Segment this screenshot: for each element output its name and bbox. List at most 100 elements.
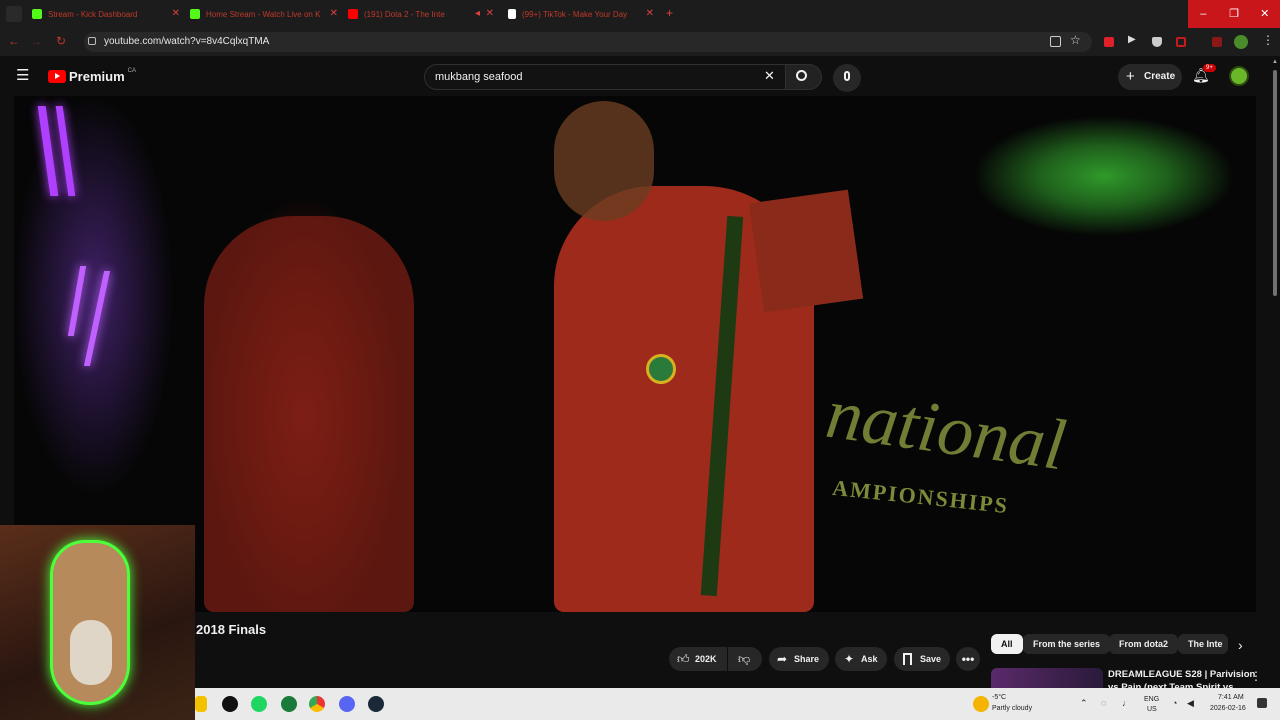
extension-icon[interactable] xyxy=(1104,37,1114,47)
tab-tiktok[interactable]: (99+) TikTok - Make Your Day ✕ xyxy=(508,4,654,24)
show-hidden-icons-icon[interactable]: ⌃ xyxy=(1080,698,1088,709)
close-icon[interactable]: ✕ xyxy=(330,8,338,19)
chip-the-international[interactable]: The Inte xyxy=(1178,634,1228,654)
plus-icon: + xyxy=(1126,68,1135,85)
extensions-puzzle-icon[interactable] xyxy=(1212,37,1222,47)
clock-time[interactable]: 7:41 AM xyxy=(1218,694,1244,701)
weather-description: Partly cloudy xyxy=(992,705,1033,712)
like-button[interactable]: 👍︎ 202K xyxy=(669,647,727,671)
ask-button[interactable]: ✦ Ask xyxy=(835,647,887,671)
bookmark-star-icon[interactable]: ☆ xyxy=(1070,33,1081,47)
browser-menu-icon[interactable] xyxy=(6,6,22,22)
save-label: Save xyxy=(920,654,942,664)
voice-search-button[interactable] xyxy=(833,64,861,92)
chrome-icon[interactable] xyxy=(309,696,325,712)
install-icon[interactable] xyxy=(1050,36,1061,47)
squirrel-belly xyxy=(70,620,112,685)
language-indicator-eng[interactable]: ENG xyxy=(1144,696,1159,703)
video-title: 2018 Finals xyxy=(196,622,267,637)
language-indicator-us[interactable]: US xyxy=(1147,706,1157,713)
chip-all[interactable]: All xyxy=(991,634,1023,654)
profile-avatar[interactable] xyxy=(1234,35,1248,49)
android-app-icon[interactable] xyxy=(281,696,297,712)
team-badge xyxy=(646,354,676,384)
new-tab-button[interactable]: + xyxy=(666,6,673,20)
close-icon[interactable]: ✕ xyxy=(172,8,180,19)
scroll-up-icon[interactable]: ▲ xyxy=(1272,59,1278,65)
search-input[interactable]: mukbang seafood xyxy=(424,64,786,90)
window-controls: – ❐ ✕ xyxy=(1188,0,1280,28)
overlay-text-championships: AMPIONSHIPS xyxy=(831,474,1011,519)
tab-label: (191) Dota 2 - The Inte xyxy=(364,9,445,19)
more-actions-button[interactable]: ••• xyxy=(956,647,980,671)
sparkle-icon: ✦ xyxy=(844,652,855,666)
player-head xyxy=(554,101,654,221)
youtube-icon xyxy=(348,9,358,19)
recommended-video-title-line1[interactable]: DREAMLEAGUE S28 | Parivision xyxy=(1108,669,1255,680)
steam-icon[interactable] xyxy=(368,696,384,712)
ask-label: Ask xyxy=(861,654,878,664)
clear-search-icon[interactable]: ✕ xyxy=(764,68,775,84)
url-field[interactable]: youtube.com/watch?v=8v4CqlxqTMA xyxy=(84,32,1092,52)
close-window-button[interactable]: ✕ xyxy=(1249,0,1280,28)
video-player[interactable]: national AMPIONSHIPS xyxy=(14,96,1256,612)
region-label: CA xyxy=(127,67,136,74)
address-bar-row: ← → ↻ youtube.com/watch?v=8v4CqlxqTMA ☆ … xyxy=(0,28,1280,56)
account-avatar[interactable] xyxy=(1229,66,1249,86)
share-button[interactable]: ➦ Share xyxy=(769,647,829,671)
tab-kick-stream[interactable]: Home Stream - Watch Live on K ✕ xyxy=(190,4,338,24)
like-count: 202K xyxy=(695,654,717,664)
create-label: Create xyxy=(1144,71,1176,82)
network-icon[interactable]: ◌ xyxy=(1101,698,1106,708)
neon-light-4 xyxy=(83,271,111,366)
hamburger-menu-icon[interactable]: ☰ xyxy=(16,66,29,84)
page-scrollbar[interactable]: ▲ xyxy=(1270,56,1280,688)
scrollbar-thumb[interactable] xyxy=(1273,70,1277,296)
search-button[interactable] xyxy=(786,64,822,90)
recommended-video-thumbnail[interactable] xyxy=(991,668,1103,688)
reload-icon[interactable]: ↻ xyxy=(56,34,66,48)
tiktok-icon[interactable] xyxy=(222,696,238,712)
weather-temperature: -5°C xyxy=(992,694,1007,701)
youtube-logo[interactable]: Premium CA xyxy=(48,67,136,84)
tab-kick-dashboard[interactable]: Stream - Kick Dashboard ✕ xyxy=(32,4,180,24)
youtube-header: ☰ Premium CA mukbang seafood ✕ + Create … xyxy=(0,56,1280,96)
file-explorer-icon[interactable] xyxy=(195,696,207,712)
url-text: youtube.com/watch?v=8v4CqlxqTMA xyxy=(104,36,270,47)
forward-icon[interactable]: → xyxy=(30,34,42,48)
shield-icon[interactable] xyxy=(1152,37,1162,47)
chip-from-dota2[interactable]: From dota2 xyxy=(1109,634,1179,654)
play-extension-icon[interactable]: ▶ xyxy=(1128,34,1136,45)
mute-icon[interactable]: ◂ xyxy=(475,8,480,19)
maximize-button[interactable]: ❐ xyxy=(1219,0,1250,28)
spotify-icon[interactable] xyxy=(251,696,267,712)
weather-icon[interactable] xyxy=(973,696,989,712)
close-icon[interactable]: ✕ xyxy=(486,8,494,19)
chip-from-series[interactable]: From the series xyxy=(1023,634,1111,654)
browser-menu-icon[interactable]: ⋮ xyxy=(1262,33,1274,47)
bookmark-icon xyxy=(903,653,912,665)
create-button[interactable]: + Create xyxy=(1118,64,1182,90)
dislike-button[interactable]: 👎︎ xyxy=(728,647,762,671)
player-figure-left xyxy=(204,216,414,612)
notification-center-icon[interactable] xyxy=(1257,698,1267,708)
save-button[interactable]: Save xyxy=(894,647,950,671)
back-icon[interactable]: ← xyxy=(8,34,20,48)
chevron-right-icon[interactable]: › xyxy=(1238,637,1243,653)
microphone-icon[interactable]: ♩ xyxy=(1122,698,1131,708)
recommended-video-menu-icon[interactable]: ⋮ xyxy=(1250,669,1262,683)
volume-icon[interactable]: ◀ xyxy=(1187,698,1194,709)
extension-icon[interactable] xyxy=(1176,37,1186,47)
clock-date[interactable]: 2026-02-16 xyxy=(1210,705,1246,712)
share-label: Share xyxy=(794,654,820,664)
wifi-icon[interactable]: ◔ xyxy=(1172,698,1177,708)
discord-icon[interactable] xyxy=(339,696,355,712)
microphone-icon xyxy=(844,71,850,81)
site-info-icon[interactable] xyxy=(88,37,96,45)
tab-label: Home Stream - Watch Live on K xyxy=(206,9,321,19)
tab-youtube[interactable]: (191) Dota 2 - The Inte ◂ ✕ xyxy=(348,4,494,24)
minimize-button[interactable]: – xyxy=(1188,0,1219,28)
tab-label: Stream - Kick Dashboard xyxy=(48,9,138,19)
share-icon: ➦ xyxy=(777,652,788,666)
close-icon[interactable]: ✕ xyxy=(646,8,654,19)
